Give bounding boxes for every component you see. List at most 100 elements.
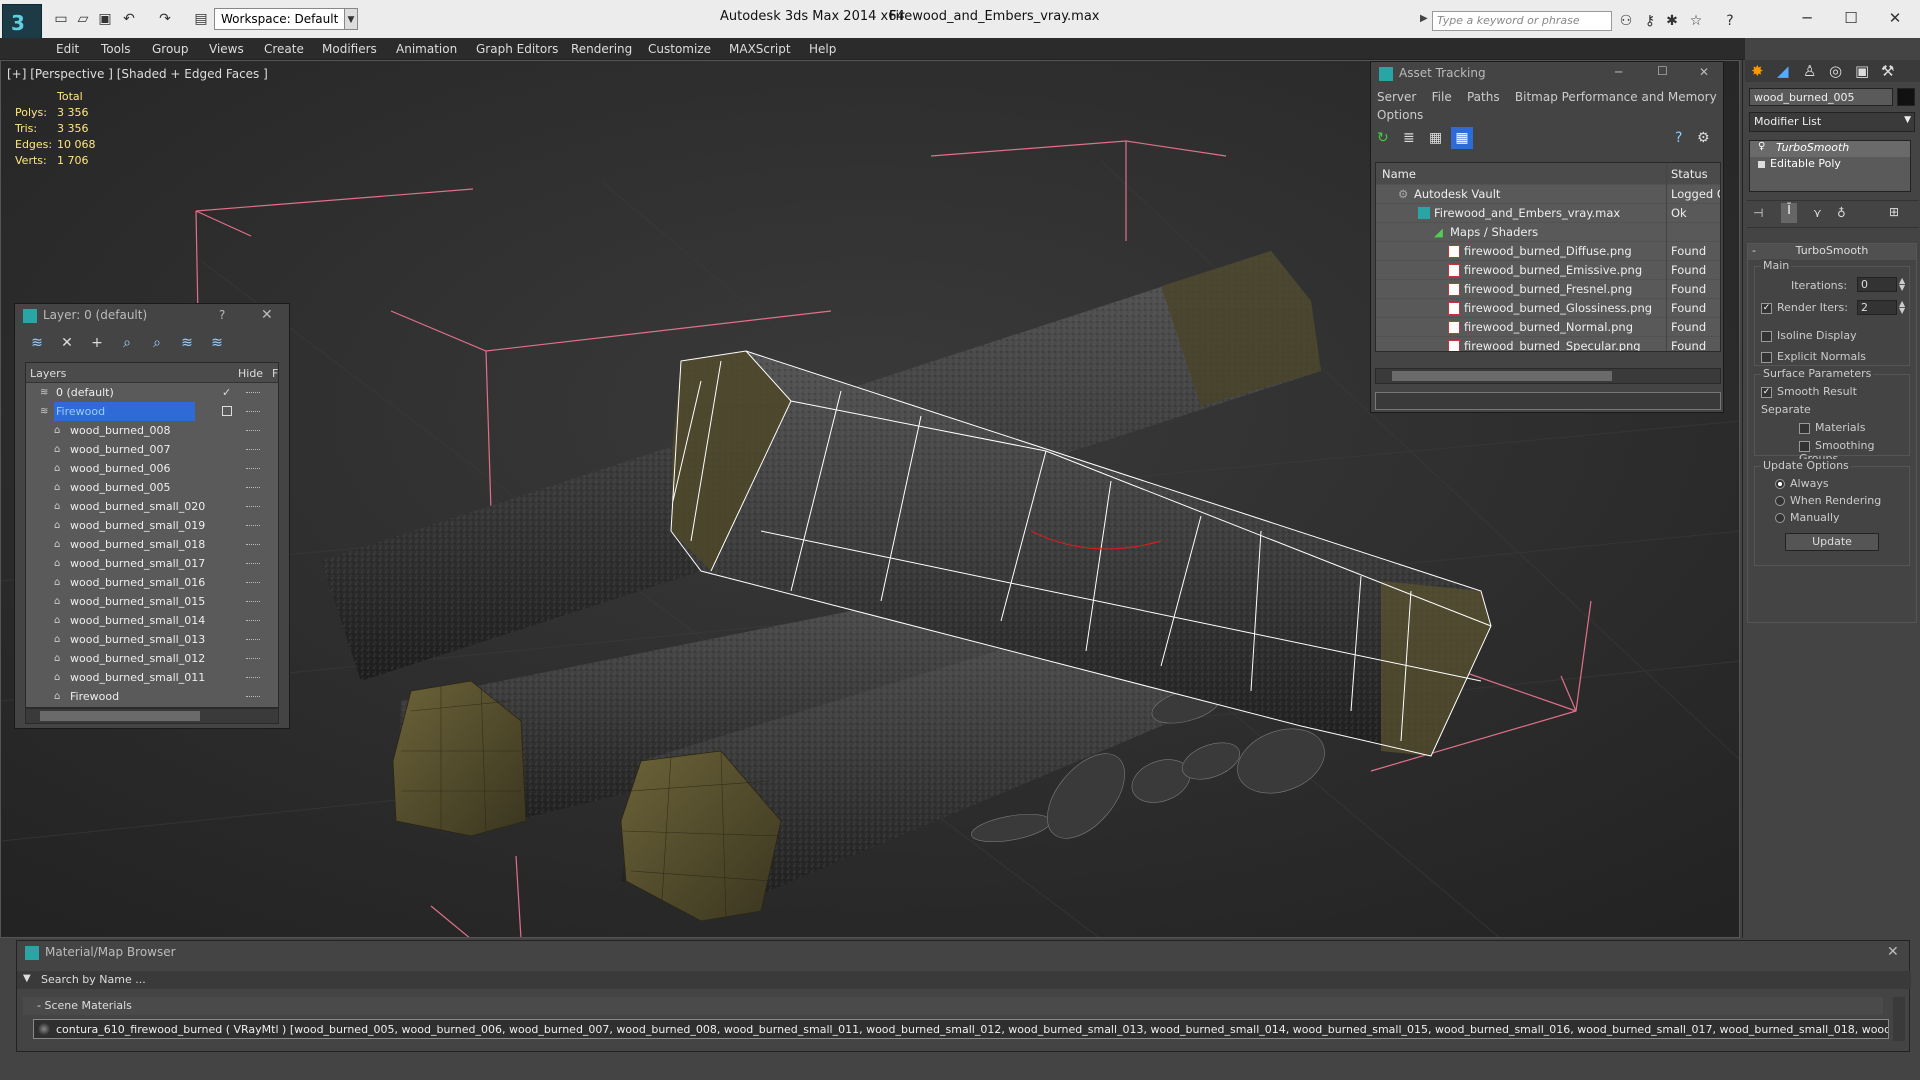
layer-row[interactable]: ⌂ wood_burned_small_015 [26, 592, 278, 611]
layer-dialog-titlebar[interactable]: Layer: 0 (default) ? ✕ [15, 304, 289, 328]
stack-item-editable-poly[interactable]: Editable Poly [1750, 157, 1910, 173]
hide-toggle[interactable] [246, 677, 260, 679]
asset-row[interactable]: ◢ Maps / Shaders [1376, 223, 1720, 242]
create-layer-icon[interactable]: ≋ [27, 335, 47, 353]
undo-icon[interactable]: ↶ [120, 10, 138, 28]
star-icon[interactable]: ☆ [1686, 11, 1706, 31]
smooth-result-checkbox[interactable]: ✓ [1761, 386, 1772, 398]
hide-toggle[interactable] [246, 392, 260, 394]
update-button[interactable]: Update [1785, 533, 1879, 551]
manually-radio[interactable] [1775, 513, 1785, 523]
menu-create[interactable]: Create [264, 42, 304, 56]
hide-column-header[interactable]: Hide [238, 367, 263, 380]
close-icon[interactable]: ✕ [1699, 65, 1709, 79]
asset-menu-file[interactable]: File [1432, 90, 1452, 104]
current-layer-check[interactable]: ✓ [222, 383, 231, 402]
redo-icon[interactable]: ↷ [156, 10, 174, 28]
minimize-icon[interactable]: ─ [1615, 65, 1622, 79]
bulb-icon[interactable]: ♀ [1758, 141, 1765, 152]
viewport-label[interactable]: [+] [Perspective ] [Shaded + Edged Faces… [7, 67, 268, 81]
asset-row[interactable]: ⚙ Autodesk Vault Logged Ou [1376, 185, 1720, 204]
utilities-tab-icon[interactable]: ⚒ [1881, 62, 1894, 80]
menu-tools[interactable]: Tools [101, 42, 131, 56]
material-search-input[interactable]: ▼ Search by Name ... [17, 971, 1911, 989]
select-layer-icon[interactable]: ⌕ [147, 335, 167, 353]
layer-row[interactable]: ⌂ wood_burned_small_014 [26, 611, 278, 630]
hide-toggle[interactable] [246, 582, 260, 584]
hide-toggle[interactable] [246, 430, 260, 432]
make-unique-icon[interactable]: ⋎ [1813, 206, 1822, 220]
layer-row[interactable]: ≋ 0 (default) ✓ [26, 383, 278, 402]
explicit-normals-checkbox[interactable] [1761, 351, 1772, 363]
asset-menu-paths[interactable]: Paths [1467, 90, 1500, 104]
hide-toggle[interactable] [246, 620, 260, 622]
collapse-icon[interactable]: - [1752, 244, 1756, 257]
project-folder-icon[interactable]: ▤ [192, 10, 210, 28]
object-name-field[interactable]: wood_burned_005 [1749, 88, 1893, 106]
close-icon[interactable]: ✕ [1872, 6, 1918, 30]
menu-customize[interactable]: Customize [648, 42, 711, 56]
close-icon[interactable]: ✕ [261, 307, 273, 323]
pin-stack-icon[interactable]: ⊣ [1753, 206, 1763, 220]
stack-item-turbosmooth[interactable]: ♀ TurboSmooth [1750, 141, 1910, 157]
layer-row[interactable]: ⌂ Firewood [26, 687, 278, 706]
binoculars-icon[interactable]: ⚇ [1616, 11, 1636, 31]
configure-sets-icon[interactable]: ⊞ [1889, 205, 1899, 219]
key-icon[interactable]: ⚷ [1640, 11, 1660, 31]
layer-row[interactable]: ⌂ wood_burned_small_019 [26, 516, 278, 535]
asset-menu-server[interactable]: Server [1377, 90, 1416, 104]
layer-row[interactable]: ⌂ wood_burned_small_018 [26, 535, 278, 554]
material-row[interactable]: contura_610_firewood_burned ( VRayMtl ) … [33, 1019, 1889, 1039]
menu-modifiers[interactable]: Modifiers [322, 42, 377, 56]
hide-toggle[interactable] [246, 506, 260, 508]
horizontal-scrollbar[interactable] [25, 708, 279, 724]
horizontal-scrollbar[interactable] [1375, 368, 1721, 384]
delete-layer-icon[interactable]: ✕ [57, 335, 77, 353]
asset-path-field[interactable] [1375, 392, 1721, 410]
open-file-icon[interactable]: ▱ [74, 10, 92, 28]
help-icon[interactable]: ? [1720, 11, 1740, 31]
asset-row[interactable]: firewood_burned_Normal.png Found [1376, 318, 1720, 337]
scene-materials-group[interactable]: - Scene Materials [23, 997, 1883, 1015]
help-icon[interactable]: ? [1675, 130, 1682, 146]
asset-row[interactable]: firewood_burned_Diffuse.png Found [1376, 242, 1720, 261]
scrollbar-thumb[interactable] [40, 711, 200, 721]
hide-toggle[interactable] [246, 411, 260, 413]
spinner-arrows-icon[interactable]: ▲ ▼ [1899, 277, 1905, 292]
select-objects-icon[interactable]: ⌕ [117, 335, 137, 353]
remove-modifier-icon[interactable]: ♁ [1837, 206, 1846, 220]
maximize-icon[interactable]: ☐ [1828, 6, 1874, 30]
name-column-header[interactable]: Name [1376, 167, 1416, 181]
iterations-spinner[interactable]: 0 [1857, 277, 1897, 292]
layer-row[interactable]: ⌂ wood_burned_small_020 [26, 497, 278, 516]
asset-row[interactable]: firewood_burned_Emissive.png Found [1376, 261, 1720, 280]
smoothing-groups-checkbox[interactable] [1799, 440, 1810, 452]
settings-icon[interactable]: ⚙ [1697, 130, 1710, 146]
hide-toggle[interactable] [246, 601, 260, 603]
asset-menu-bitmap[interactable]: Bitmap Performance and Memory [1515, 90, 1717, 104]
materials-checkbox[interactable] [1799, 422, 1810, 434]
spinner-arrows-icon[interactable]: ▲ ▼ [1899, 300, 1905, 315]
hierarchy-tab-icon[interactable]: ♙ [1803, 62, 1816, 80]
asset-menu-options[interactable]: Options [1377, 108, 1423, 122]
layer-row[interactable]: ⌂ wood_burned_005 [26, 478, 278, 497]
layer-row[interactable]: ⌂ wood_burned_small_013 [26, 630, 278, 649]
maximize-icon[interactable]: ☐ [1657, 64, 1668, 78]
asset-row[interactable]: firewood_burned_Specular.png Found [1376, 337, 1720, 351]
new-file-icon[interactable]: ▭ [52, 10, 70, 28]
hide-toggle[interactable] [246, 544, 260, 546]
layer-row[interactable]: ⌂ wood_burned_small_017 [26, 554, 278, 573]
asset-tracking-titlebar[interactable]: Asset Tracking ─ ☐ ✕ [1371, 62, 1723, 86]
create-tab-icon[interactable]: ✸ [1751, 62, 1764, 80]
menu-maxscript[interactable]: MAXScript [729, 42, 791, 56]
status-column-header[interactable]: Status [1666, 163, 1720, 185]
layers-column-header[interactable]: Layers [30, 367, 66, 380]
chevron-down-icon[interactable]: ▼ [23, 973, 31, 984]
render-iters-checkbox[interactable]: ✓ [1761, 302, 1772, 314]
always-radio[interactable] [1775, 479, 1785, 489]
chevron-down-icon[interactable]: ▼ [1904, 115, 1911, 125]
help-button[interactable]: ? [219, 308, 225, 322]
hide-toggle[interactable] [246, 468, 260, 470]
layer-row[interactable]: ⌂ wood_burned_006 [26, 459, 278, 478]
layer-row[interactable]: ⌂ wood_burned_small_016 [26, 573, 278, 592]
